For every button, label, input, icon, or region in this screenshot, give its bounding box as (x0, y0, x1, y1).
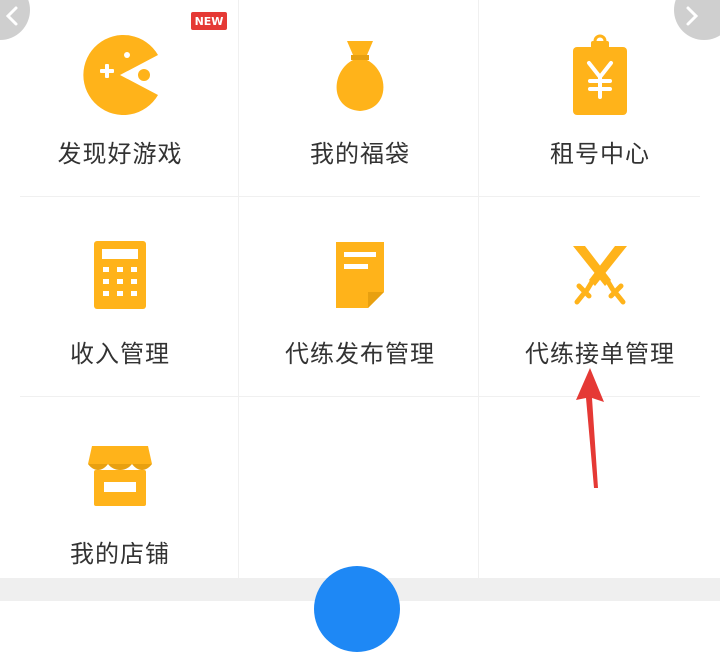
new-badge: NEW (191, 12, 227, 30)
crossed-swords-icon (555, 230, 645, 320)
menu-item-discover-games[interactable]: 发现好游戏 (0, 0, 240, 200)
center-action-button[interactable] (314, 566, 400, 652)
menu-item-label: 代练发布管理 (285, 340, 435, 368)
menu-item-lucky-bag[interactable]: 我的福袋 (240, 0, 480, 200)
scroll-left-button[interactable] (0, 0, 30, 40)
annotation-arrow-icon (576, 368, 604, 488)
menu-item-label: 我的福袋 (310, 140, 410, 168)
chevron-right-icon (686, 6, 699, 26)
yuan-clipboard-icon (555, 30, 645, 120)
storefront-icon (75, 430, 165, 520)
document-icon (315, 230, 405, 320)
menu-item-income-management[interactable]: 收入管理 (0, 200, 240, 400)
menu-item-label: 收入管理 (70, 340, 170, 368)
service-grid: 发现好游戏 我的福袋 租号中心 收入管理 代练发布管理 代练接单管理 我的店铺 (0, 0, 720, 590)
chevron-left-icon (5, 6, 18, 26)
calculator-icon (75, 230, 165, 320)
menu-item-boosting-publish-management[interactable]: 代练发布管理 (240, 200, 480, 400)
menu-item-label: 发现好游戏 (57, 140, 183, 168)
menu-item-label: 租号中心 (550, 140, 650, 168)
money-bag-icon (315, 30, 405, 120)
menu-item-label: 我的店铺 (70, 540, 170, 568)
pacman-icon (75, 30, 165, 120)
scroll-right-button[interactable] (674, 0, 720, 40)
menu-item-my-store[interactable]: 我的店铺 (0, 400, 240, 600)
